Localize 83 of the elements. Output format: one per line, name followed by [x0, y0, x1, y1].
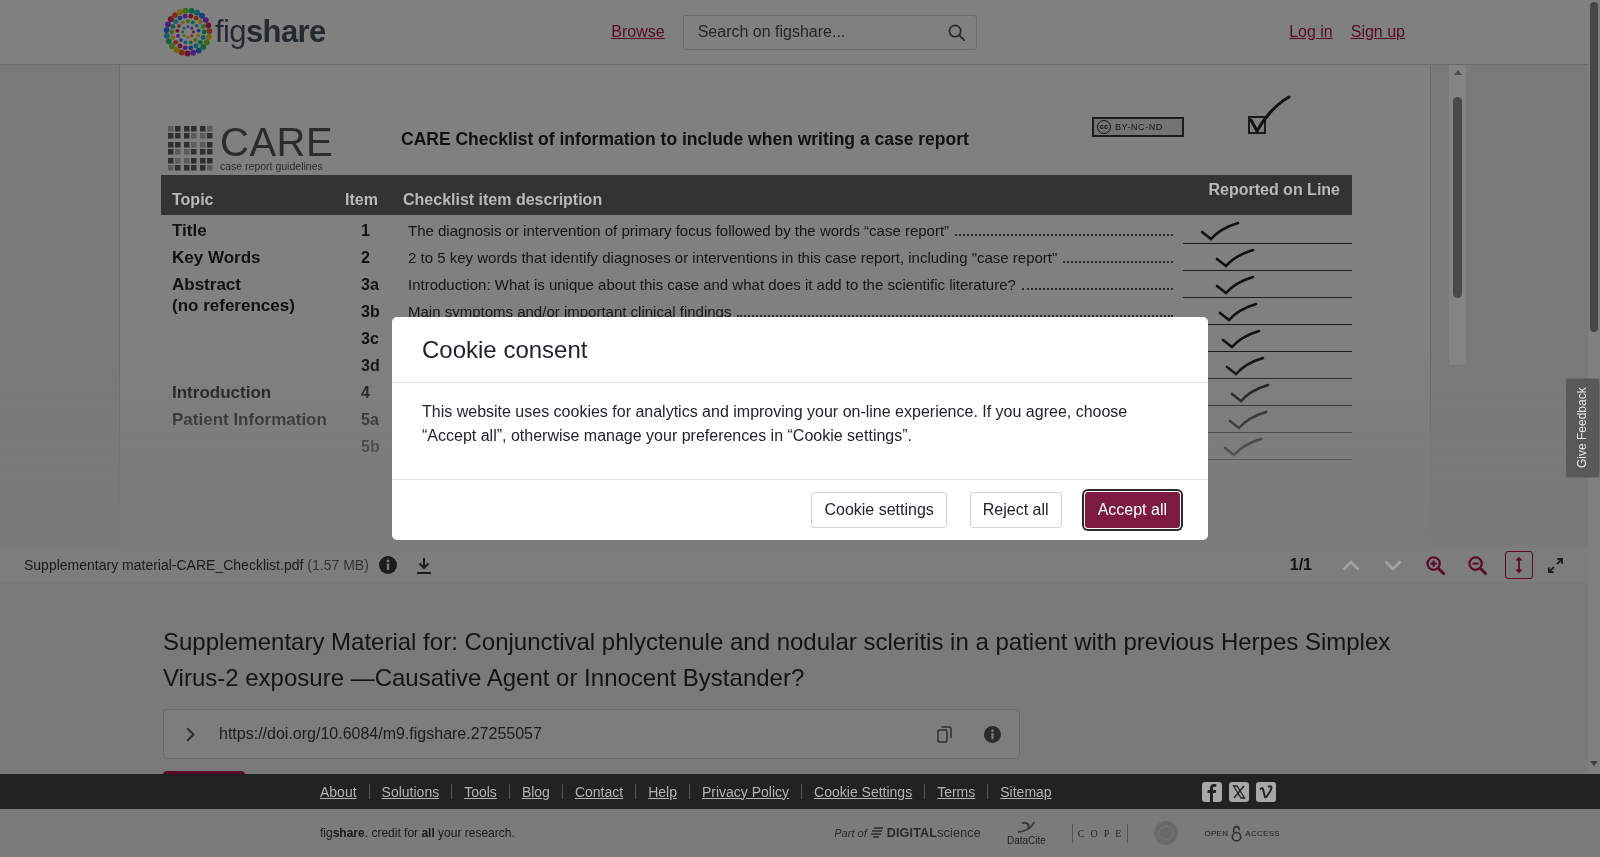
item-title: Supplementary Material for: Conjunctival phlyctenule and nodular scleritis in a patient with previous Herpes Simplex Virus-2 exposure —Causative Agent or Innocent Bystander?	[163, 627, 1392, 693]
zoom-out-icon	[1467, 555, 1487, 575]
feedback-tab[interactable]: Give Feedback	[1566, 378, 1600, 478]
item-number: 3d	[361, 356, 380, 375]
account-link[interactable]: Log in	[1289, 23, 1333, 41]
topic-label: Abstract (no references)	[172, 274, 295, 316]
partner-logo[interactable]: Part of DIGITALscience	[834, 826, 981, 840]
download-icon	[415, 556, 432, 574]
checklist-item-description: Introduction: What is unique about this case and what does it add to the scientific literature?	[408, 276, 1016, 293]
item-number: 3a	[361, 275, 379, 294]
expand-icon	[1547, 557, 1563, 573]
dialog-button[interactable]: Reject all	[969, 492, 1062, 528]
partner-logo[interactable]: COPE	[1071, 823, 1129, 843]
topic-label: Key Words	[172, 247, 261, 268]
care-logo: CARE case report guidelines	[168, 125, 401, 172]
vertical-arrows-icon	[1514, 556, 1524, 574]
square-grid-icon	[168, 126, 214, 172]
column-header: Topic	[172, 191, 214, 209]
item-number: 3c	[361, 329, 379, 348]
topic-label: Introduction	[172, 382, 272, 403]
chevron-down-icon	[1384, 559, 1402, 571]
file-info-button[interactable]	[378, 556, 397, 574]
copy-icon	[937, 725, 952, 743]
checklist-item-description: The diagnosis or intervention of primary focus followed by the words “case report”	[408, 222, 950, 239]
column-header: Reported on Line	[1208, 181, 1340, 199]
column-header: Item	[345, 191, 378, 209]
footer-link[interactable]: Tools	[464, 783, 497, 800]
expand-button[interactable]	[186, 726, 195, 742]
info-icon	[378, 556, 397, 574]
dialog-message: This website uses cookies for analytics and improving your on-line experience. If you agree, choose “Accept all”, otherwise manage your preferences in “Cookie settings”.	[422, 402, 1129, 446]
column-header: Checklist item description	[403, 191, 603, 209]
license-label: BY-NC-ND	[1115, 122, 1163, 132]
scrollbar[interactable]	[1449, 65, 1466, 365]
swoosh-icon	[1016, 820, 1037, 834]
facebook-icon[interactable]	[1202, 781, 1222, 802]
search-icon	[947, 23, 965, 41]
dialog-title: Cookie consent	[422, 334, 588, 365]
accept-button[interactable]: Accept all	[1084, 492, 1180, 528]
info-icon	[984, 725, 1001, 743]
footer-link[interactable]: Sitemap	[1000, 783, 1052, 800]
footer-link[interactable]: Help	[648, 783, 677, 800]
fit-height-button[interactable]	[1505, 551, 1533, 579]
download-button[interactable]	[415, 556, 432, 574]
item-number: 1	[361, 221, 370, 240]
footer-link[interactable]: Solutions	[381, 783, 440, 800]
partner-logo[interactable]: OPEN ACCESS	[1204, 824, 1280, 842]
footer-link[interactable]: Privacy Policy	[701, 783, 790, 800]
doi-link[interactable]: https://doi.org/10.6084/m9.figshare.27255057	[219, 725, 542, 743]
search-button[interactable]	[947, 23, 965, 41]
chevron-right-icon	[186, 726, 195, 742]
topic-label: Title	[172, 220, 207, 241]
page-indicator: 1/1	[1289, 556, 1312, 574]
footer-tagline: figshare. credit for all your research.	[320, 826, 515, 840]
checklist-item-description: 2 to 5 key words that identify diagnoses or interventions in this case report, including "case report"	[408, 249, 1058, 266]
x-logo-icon[interactable]	[1229, 781, 1249, 802]
footer-link[interactable]: Cookie Settings	[814, 783, 913, 800]
vimeo-icon[interactable]	[1256, 781, 1276, 802]
footer-link[interactable]: Contact	[574, 783, 624, 800]
document-heading: CARE Checklist of information to include when writing a case report	[401, 129, 970, 150]
logo[interactable]: figshare	[163, 7, 326, 57]
file-size: (1.57 MB)	[307, 557, 369, 573]
topic-label: Patient Information	[172, 409, 327, 430]
open-padlock-icon	[1231, 824, 1243, 842]
dialog-button[interactable]: Cookie settings	[811, 492, 947, 528]
file-name: Supplementary material-CARE_Checklist.pdf	[24, 557, 304, 573]
copy-button[interactable]	[937, 725, 952, 743]
footer-link[interactable]: About	[320, 783, 357, 800]
nav-link[interactable]: Browse	[611, 23, 665, 41]
search-field[interactable]: Search on figshare...	[682, 14, 977, 50]
partner-logo[interactable]: DataCite	[1006, 820, 1046, 846]
item-number: 4	[361, 383, 370, 402]
account-link[interactable]: Sign up	[1350, 23, 1405, 41]
item-number: 3b	[361, 302, 380, 321]
stacked-stripes-icon	[869, 827, 884, 839]
checkbox-tick-icon	[1247, 95, 1291, 137]
item-number: 2	[361, 248, 370, 267]
dotted-spiral-icon	[163, 7, 213, 57]
footer-link[interactable]: Blog	[521, 783, 550, 800]
footer-link[interactable]: Terms	[937, 783, 976, 800]
chevron-up-icon	[1342, 559, 1360, 571]
item-number: 5a	[361, 410, 379, 429]
doi-info-button[interactable]	[984, 725, 1001, 743]
zoom-in-icon	[1425, 555, 1445, 575]
